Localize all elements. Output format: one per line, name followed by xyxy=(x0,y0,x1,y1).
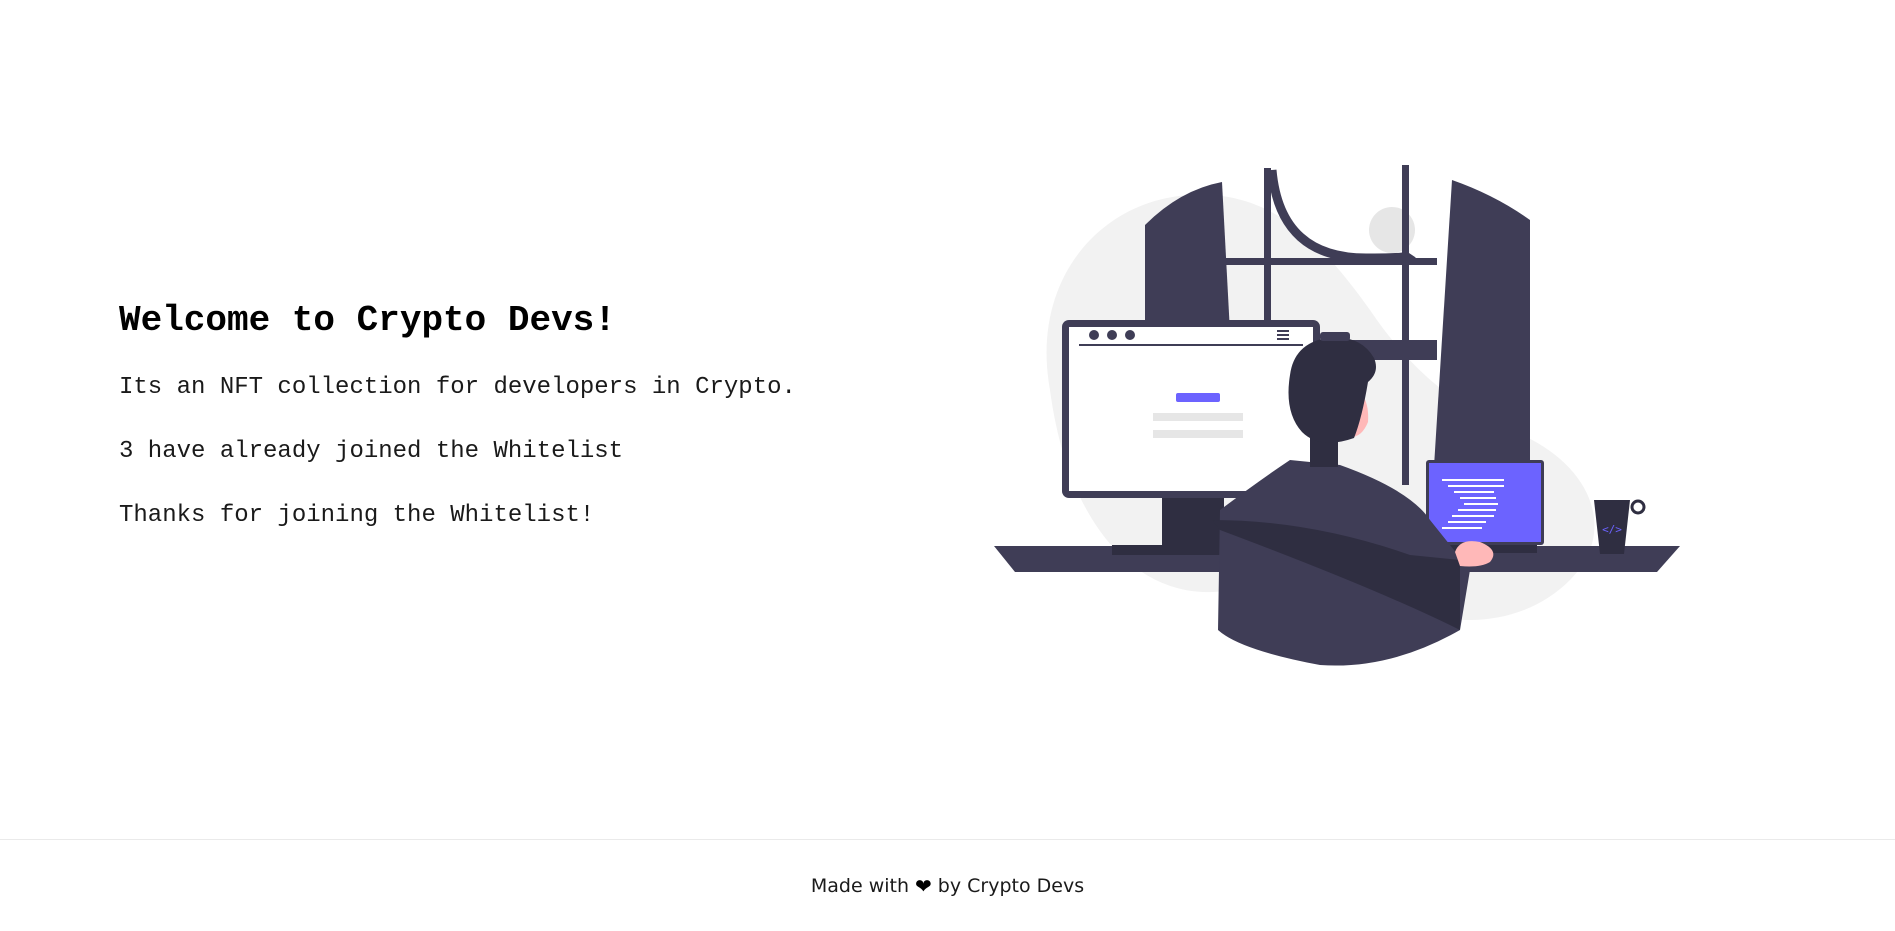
monitor-screen xyxy=(1069,327,1313,491)
coffee-mug-handle xyxy=(1630,499,1646,515)
screen-accent-button xyxy=(1176,393,1220,402)
laptop-screen xyxy=(1429,463,1541,542)
heart-icon: ❤ xyxy=(915,873,932,898)
whitelist-status-text: Thanks for joining the Whitelist! xyxy=(119,502,595,529)
main-section: Welcome to Crypto Devs! Its an NFT colle… xyxy=(0,0,1895,839)
footer: Made with ❤ by Crypto Devs xyxy=(0,839,1895,931)
screen-placeholder-1 xyxy=(1153,413,1243,421)
page-title: Welcome to Crypto Devs! xyxy=(119,300,616,341)
hamburger-menu-icon xyxy=(1277,330,1289,340)
collection-description: Its an NFT collection for developers in … xyxy=(119,374,796,401)
window-dot-2 xyxy=(1107,330,1117,340)
footer-prefix: Made with xyxy=(810,874,910,897)
window-bar-h1 xyxy=(1222,258,1437,265)
window-dot-1 xyxy=(1089,330,1099,340)
whitelist-count-text: 3 have already joined the Whitelist xyxy=(119,438,624,465)
screen-placeholder-2 xyxy=(1153,430,1243,438)
mug-code-icon: </> xyxy=(1602,523,1622,536)
developer-at-desk-image: </> xyxy=(994,165,1680,666)
window-dot-3 xyxy=(1125,330,1135,340)
headphones xyxy=(1320,332,1350,341)
footer-suffix: by Crypto Devs xyxy=(937,874,1085,897)
window-bar-v2 xyxy=(1402,165,1409,485)
hero-content: Welcome to Crypto Devs! Its an NFT colle… xyxy=(119,296,879,532)
developer-illustration: </> xyxy=(990,160,1690,670)
